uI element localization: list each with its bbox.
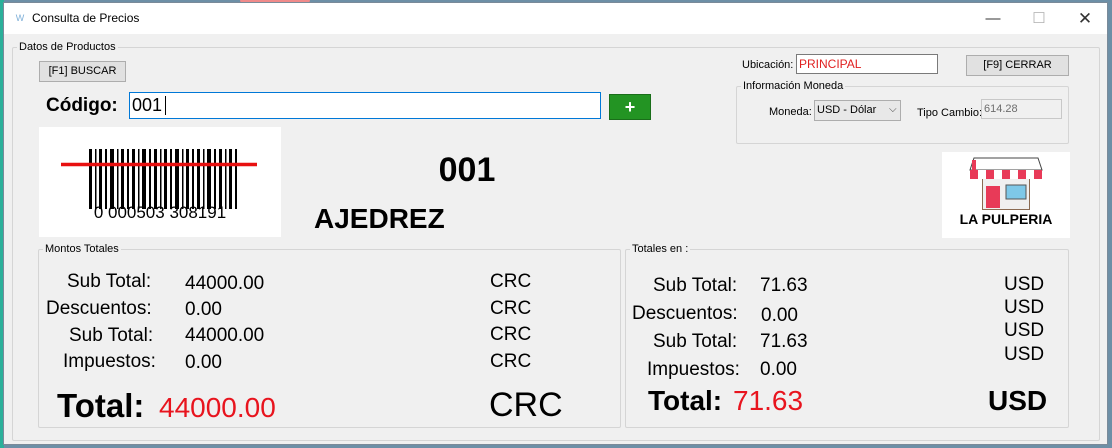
crc-impuestos-value: 0.00 <box>185 352 222 373</box>
crc-total-currency: CRC <box>489 386 563 424</box>
usd-subtotal2-value: 71.63 <box>760 331 808 352</box>
usd-subtotal-label: Sub Total: <box>653 275 738 296</box>
chevron-down-icon[interactable]: ⌵ <box>889 104 897 115</box>
crc-subtotal2-currency: CRC <box>490 324 532 345</box>
usd-total-label: Total: <box>648 385 723 416</box>
usd-descuentos-label: Descuentos: <box>632 303 738 324</box>
tipo-cambio-label: Tipo Cambio: <box>917 107 983 119</box>
price-lookup-window: W Consulta de Precios — ☐ ✕ Datos de Pro… <box>3 2 1108 445</box>
crc-total-value: 44000.00 <box>159 392 276 423</box>
app-icon: W <box>15 13 25 23</box>
crc-descuentos-currency: CRC <box>490 298 532 319</box>
barcode-image: 0 000503 308191 <box>39 127 281 237</box>
maximize-button[interactable]: ☐ <box>1016 3 1062 34</box>
crc-descuentos-value: 0.00 <box>185 299 222 320</box>
usd-impuestos-label: Impuestos: <box>647 359 740 380</box>
codigo-input[interactable]: 001 <box>129 92 601 119</box>
ubicacion-label: Ubicación: <box>742 59 794 71</box>
add-button[interactable]: + <box>609 94 651 120</box>
usd-impuestos-value: 0.00 <box>760 359 797 380</box>
usd-total-value: 71.63 <box>733 385 804 416</box>
minimize-button[interactable]: — <box>970 3 1016 34</box>
montos-totales-legend: Montos Totales <box>45 243 119 255</box>
usd-subtotal-currency: USD <box>1004 274 1045 295</box>
totales-en-legend: Totales en : <box>632 243 689 255</box>
crc-subtotal2-label: Sub Total: <box>69 325 154 346</box>
crc-subtotal-label: Sub Total: <box>67 271 152 292</box>
buscar-button[interactable]: [F1] BUSCAR <box>39 61 126 82</box>
usd-total-currency: USD <box>988 385 1048 416</box>
usd-subtotal-value: 71.63 <box>760 275 808 296</box>
window-title: Consulta de Precios <box>32 11 140 25</box>
ubicacion-field[interactable]: PRINCIPAL <box>796 54 938 74</box>
barcode-number: 0 000503 308191 <box>94 203 226 222</box>
usd-subtotal2-label: Sub Total: <box>653 331 738 352</box>
usd-descuentos-currency: USD <box>1004 297 1045 318</box>
crc-impuestos-currency: CRC <box>490 351 532 372</box>
crc-subtotal2-value: 44000.00 <box>185 325 265 346</box>
informacion-moneda-legend: Información Moneda <box>743 80 844 92</box>
crc-subtotal-currency: CRC <box>490 271 532 292</box>
usd-subtotal2-currency: USD <box>1004 320 1045 341</box>
moneda-label: Moneda: <box>769 106 812 118</box>
moneda-select[interactable]: USD - Dólar <box>814 100 901 121</box>
barcode-icon: 0 000503 308191 <box>61 149 257 222</box>
crc-subtotal-value: 44000.00 <box>185 273 265 294</box>
crc-impuestos-label: Impuestos: <box>63 351 156 372</box>
store-name: LA PULPERIA <box>959 211 1053 227</box>
cerrar-button[interactable]: [F9] CERRAR <box>966 55 1069 76</box>
crc-total-label: Total: <box>57 387 145 424</box>
crc-descuentos-label: Descuentos: <box>46 298 152 319</box>
usd-descuentos-value: 0.00 <box>761 305 798 326</box>
text-caret <box>165 96 166 115</box>
codigo-label: Código: <box>46 95 118 116</box>
product-code: 001 <box>438 151 496 189</box>
title-bar[interactable]: W Consulta de Precios — ☐ ✕ <box>4 3 1107 34</box>
datos-productos-legend: Datos de Productos <box>19 41 116 53</box>
product-name: AJEDREZ <box>314 203 445 234</box>
tipo-cambio-field: 614.28 <box>981 99 1062 119</box>
usd-impuestos-currency: USD <box>1004 344 1045 365</box>
close-button[interactable]: ✕ <box>1062 3 1108 34</box>
